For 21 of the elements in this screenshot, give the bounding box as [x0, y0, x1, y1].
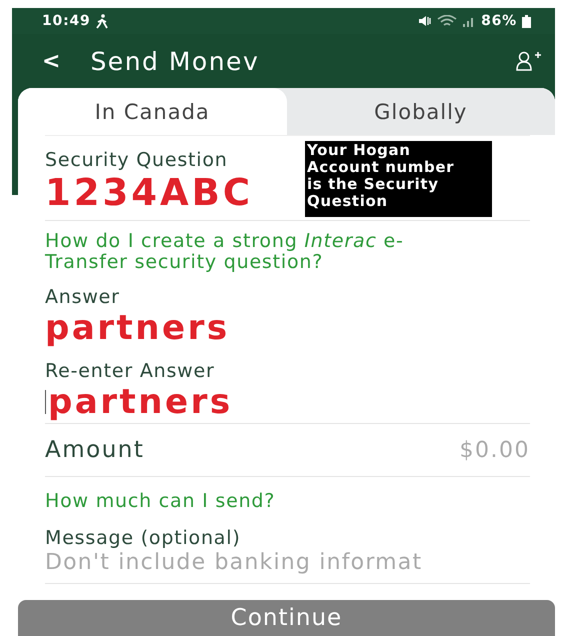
field-label: Amount [45, 437, 144, 463]
back-button[interactable]: < [42, 48, 60, 74]
continue-button[interactable]: Continue [18, 600, 555, 636]
field-label: Re-enter Answer [45, 359, 215, 383]
security-question-value: 1234ABC [45, 172, 253, 214]
screen-title: Send Monev [90, 46, 260, 76]
battery-icon [522, 14, 531, 28]
add-contact-icon[interactable] [515, 51, 541, 71]
annotation-note: Your Hogan Account number is the Security Question [305, 141, 492, 217]
walking-icon [96, 14, 109, 28]
limit-link[interactable]: How much can I send? [45, 477, 276, 512]
answer-value[interactable]: partners [48, 384, 233, 420]
field-label: Security Question [45, 148, 228, 172]
wifi-icon [437, 14, 458, 28]
status-time: 10:49 [42, 13, 91, 29]
help-link[interactable]: How do I create a strong Interac e-Transfer security question? [45, 221, 465, 273]
field-label: Answer [45, 285, 120, 309]
battery-level: 86% [481, 13, 517, 29]
field-label: Message (optional) [45, 526, 241, 550]
answer-value[interactable]: partners [45, 310, 230, 346]
tab[interactable]: In Canada [18, 88, 286, 135]
